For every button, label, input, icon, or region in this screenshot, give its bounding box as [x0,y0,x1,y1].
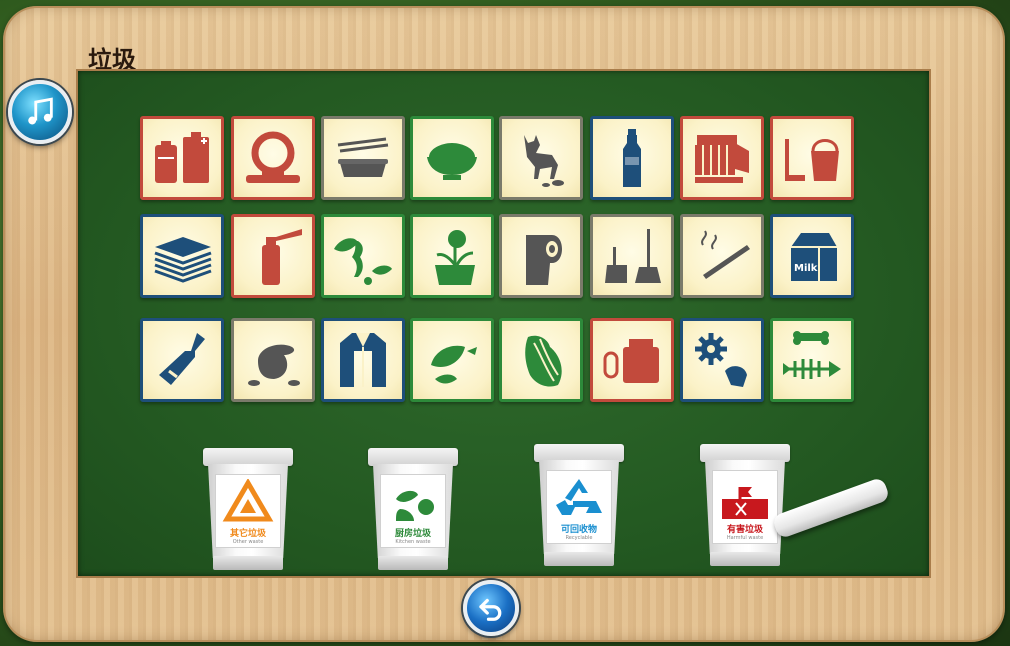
glass-bottle-icon [159,333,205,385]
trash-card-medicine[interactable] [590,318,674,402]
trash-card-gear-bulb[interactable] [680,318,764,402]
trash-card-batteries[interactable] [140,116,224,200]
music-note-icon [28,97,53,125]
dog-waste-icon [524,135,564,187]
trash-card-dog-waste[interactable] [499,116,583,200]
bin-lid [203,448,293,466]
cigarette-icon [701,230,750,279]
bin-foot [710,552,780,566]
bin-label-cn: 有害垃圾 [726,525,763,535]
paper-stack-icon [154,237,212,283]
hazard-icon [722,487,768,519]
trash-card-potted-plant[interactable] [410,214,494,298]
trash-card-leaves[interactable] [410,318,494,402]
trash-card-cigarette[interactable] [680,214,764,298]
food-scraps-icon [396,490,434,521]
dirt-pile-icon [248,344,300,386]
recycle-icon [556,479,602,515]
page-title: 垃圾 [88,46,136,74]
bin-foot [544,552,614,566]
leaves-icon [431,345,477,384]
gear-bulb-icon [695,333,747,387]
bin-label-panel: 厨房垃圾 Kitchen waste [380,474,446,548]
trash-card-plastic-bottle[interactable] [590,116,674,200]
trash-card-cabbage[interactable] [499,318,583,402]
bin-lid [368,448,458,466]
bin-lid [700,444,790,462]
trash-card-paper-stack[interactable] [140,214,224,298]
film-reel-icon [695,135,749,183]
back-button[interactable] [463,580,519,636]
bin-foot [213,556,283,570]
bin-label-en: Other waste [232,539,264,545]
trash-card-food-bowl[interactable] [410,116,494,200]
trash-card-glass-bottle[interactable] [140,318,224,402]
apple-core-icon [334,238,392,285]
bin-lid [534,444,624,462]
music-button[interactable] [8,80,72,144]
hose-reel-icon [246,131,300,183]
medicine-icon [603,339,659,383]
plastic-bottle-icon [623,129,641,187]
fish-bone-icon [783,331,841,379]
coat-icon [340,333,386,387]
trash-card-fish-bone[interactable] [770,318,854,402]
bin-label-cn: 可回收物 [560,525,597,535]
trash-card-milk-carton[interactable]: Milk [770,214,854,298]
cabbage-icon [525,335,562,387]
triangle-arrow-icon [222,479,274,522]
paint-bucket-icon [785,139,839,181]
bin-kitchen-waste[interactable]: 厨房垃圾 Kitchen waste [368,448,458,572]
trash-card-spray-can[interactable] [231,214,315,298]
dustpan-broom-icon [605,229,661,283]
bin-recyclable[interactable]: 可回收物 Recyclable [534,444,624,568]
trash-card-hose-reel[interactable] [231,116,315,200]
bin-label-en: Harmful waste [726,535,764,541]
bin-label-panel: 其它垃圾 Other waste [215,474,281,548]
trash-card-apple-core[interactable] [321,214,405,298]
bin-label-en: Kitchen waste [395,539,431,545]
trash-card-paint-bucket[interactable] [770,116,854,200]
bin-label-panel: 有害垃圾 Harmful waste [712,470,778,544]
trash-card-takeout-box[interactable] [321,116,405,200]
bin-label-en: Recyclable [565,535,593,541]
trash-card-toilet-paper[interactable] [499,214,583,298]
milk-carton-icon: Milk [791,233,837,281]
batteries-icon [155,132,209,183]
toilet-paper-icon [526,235,562,285]
bin-label-cn: 其它垃圾 [229,529,266,539]
bin-foot [378,556,448,570]
food-bowl-icon [427,143,477,180]
bin-other-waste[interactable]: 其它垃圾 Other waste [203,448,293,572]
potted-plant-icon [435,230,475,285]
spray-can-icon [262,229,302,285]
takeout-box-icon [337,137,389,177]
milk-label: Milk [794,263,818,274]
bin-label-cn: 厨房垃圾 [394,529,431,539]
trash-card-coat[interactable] [321,318,405,402]
trash-card-dirt-pile[interactable] [231,318,315,402]
bin-harmful-waste[interactable]: 有害垃圾 Harmful waste [700,444,790,568]
trash-card-film-reel[interactable] [680,116,764,200]
bin-label-panel: 可回收物 Recyclable [546,470,612,544]
trash-card-dustpan-broom[interactable] [590,214,674,298]
undo-arrow-icon [479,598,502,621]
